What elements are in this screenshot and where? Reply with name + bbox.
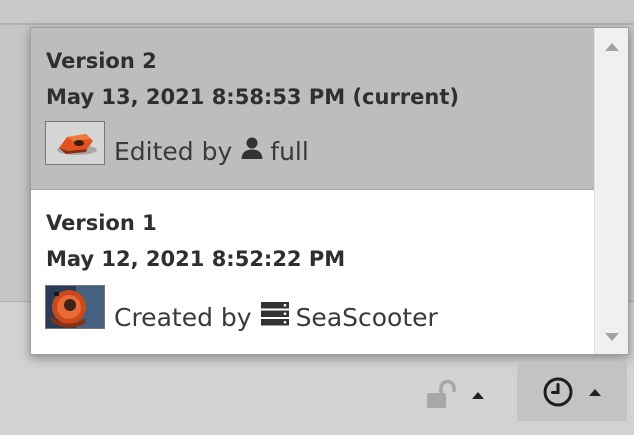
scroll-up-button[interactable] xyxy=(595,32,628,62)
caret-up-icon xyxy=(589,388,601,396)
scooter-thumbnail-image xyxy=(46,286,104,328)
byline-user: full xyxy=(270,136,309,166)
user-icon xyxy=(240,136,264,166)
byline-user: SeaScooter xyxy=(295,302,438,332)
scrollbar[interactable] xyxy=(594,28,628,354)
version-item-1[interactable]: Version 1 May 12, 2021 8:52:22 PM Create… xyxy=(31,190,594,354)
version-thumbnail xyxy=(45,121,105,165)
clock-icon xyxy=(543,377,573,407)
byline-prefix: Created by xyxy=(114,302,252,332)
scooter-thumbnail-image xyxy=(46,122,104,164)
version-date: May 13, 2021 8:58:53 PM (current) xyxy=(46,85,459,109)
version-thumbnail xyxy=(45,285,105,329)
background-top-panel xyxy=(0,0,634,25)
lock-menu-button[interactable] xyxy=(420,374,490,416)
version-title: Version 1 xyxy=(46,211,157,235)
scroll-down-arrow-icon xyxy=(604,333,619,341)
version-date: May 12, 2021 8:52:22 PM xyxy=(46,247,346,271)
version-byline: Created by SeaScooter xyxy=(114,301,438,333)
byline-prefix: Edited by xyxy=(114,136,233,166)
scroll-down-button[interactable] xyxy=(595,322,628,352)
caret-up-icon xyxy=(472,391,484,399)
history-menu-button[interactable] xyxy=(517,363,627,421)
version-byline: Edited by full xyxy=(114,136,309,166)
background-left-strip xyxy=(0,25,22,301)
version-list: Version 2 May 13, 2021 8:58:53 PM (curre… xyxy=(31,28,594,354)
server-icon xyxy=(260,301,290,333)
scroll-up-arrow-icon xyxy=(604,43,619,51)
unlock-icon xyxy=(427,379,456,408)
version-item-2[interactable]: Version 2 May 13, 2021 8:58:53 PM (curre… xyxy=(31,28,594,190)
version-title: Version 2 xyxy=(46,49,157,73)
version-history-popup: Version 2 May 13, 2021 8:58:53 PM (curre… xyxy=(30,27,629,355)
